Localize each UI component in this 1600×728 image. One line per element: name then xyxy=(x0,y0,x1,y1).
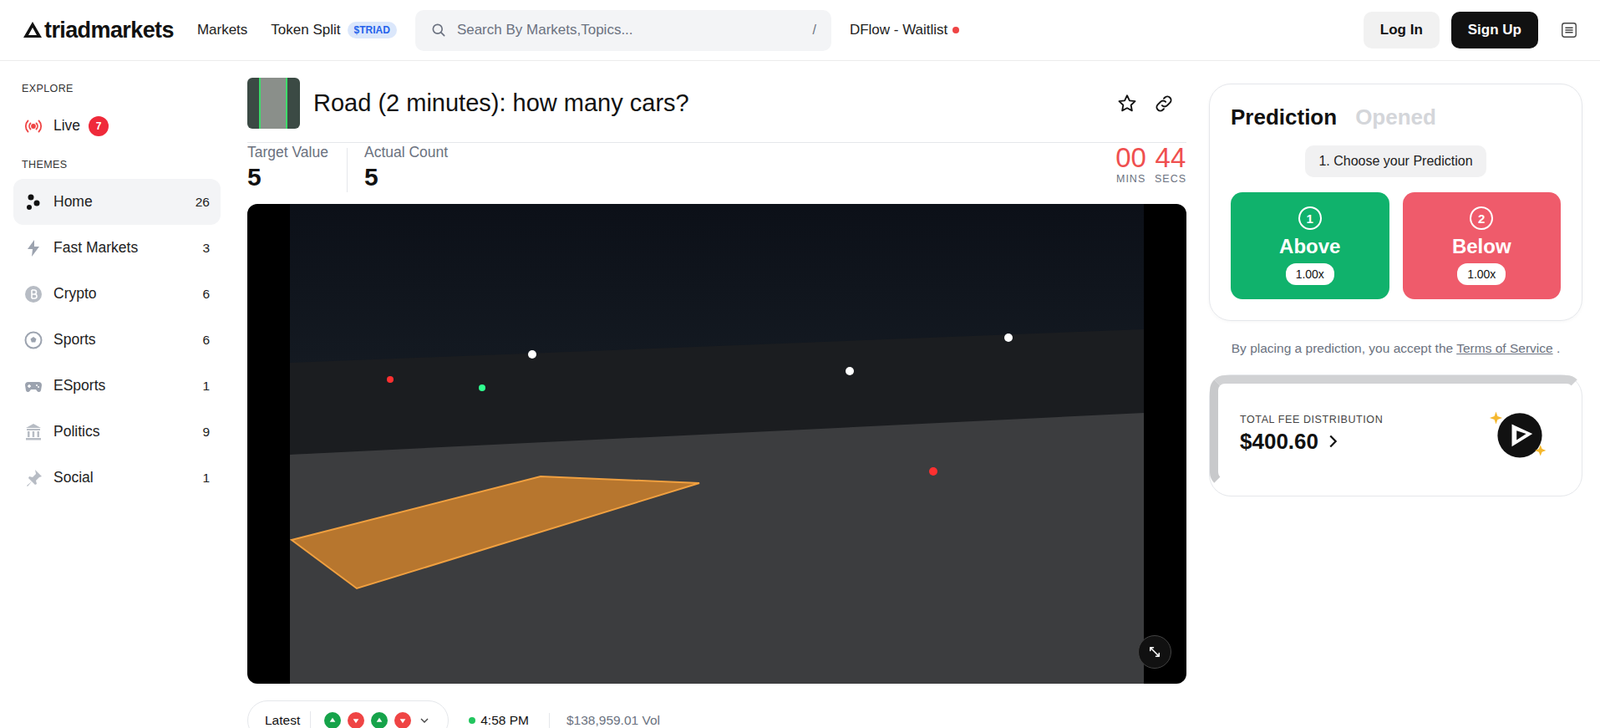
top-bar: triadmarkets Markets Token Split $TRIAD … xyxy=(0,0,1600,61)
prediction-option[interactable]: 2 Below 1.00x xyxy=(1402,192,1562,300)
prediction-tab[interactable]: Prediction xyxy=(1230,104,1337,131)
prediction-column: Prediction Opened 1. Choose your Predicti… xyxy=(1208,60,1583,497)
status-dot xyxy=(952,26,960,34)
logo[interactable]: triadmarkets xyxy=(22,17,174,44)
hamburger-icon xyxy=(1559,20,1579,40)
search-icon xyxy=(430,21,447,39)
camera-feed xyxy=(247,203,1187,684)
item-count: 6 xyxy=(202,332,210,348)
star-icon[interactable] xyxy=(1116,92,1138,115)
token-logo-icon xyxy=(1488,401,1552,466)
menu-button[interactable] xyxy=(1556,17,1582,43)
sidebar-item[interactable]: Sports 6 xyxy=(13,316,221,363)
step-label: 1. Choose your Prediction xyxy=(1305,145,1486,178)
down-arrow-icon xyxy=(351,716,361,725)
sidebar: EXPLORE Live 7 THEMES Home 26 Fast Marke… xyxy=(0,60,248,501)
chevron-right-icon xyxy=(1323,431,1342,451)
stat: Actual Count 5 xyxy=(346,147,467,193)
item-count: 26 xyxy=(195,194,210,210)
building-icon xyxy=(23,421,44,442)
ball-icon xyxy=(23,330,44,351)
pin-icon xyxy=(23,467,44,488)
market-panel: Road (2 minutes): how many cars? Target … xyxy=(247,60,1187,728)
sidebar-item[interactable]: Live 7 xyxy=(13,102,221,149)
up-arrow-icon xyxy=(328,716,337,725)
home-icon xyxy=(23,192,44,213)
prediction-tab[interactable]: Opened xyxy=(1355,104,1437,131)
section-title: EXPLORE xyxy=(13,72,221,103)
result-dot xyxy=(347,711,365,728)
triangle-logo-icon xyxy=(22,20,43,41)
fee-card[interactable]: TOTAL FEE DISTRIBUTION $400.60 xyxy=(1208,374,1583,497)
expand-button[interactable] xyxy=(1137,634,1172,669)
item-count: 1 xyxy=(202,378,210,394)
expand-icon xyxy=(1147,644,1163,660)
countdown-timer: 00 MINS44 SECS xyxy=(1115,142,1187,185)
terms-note: By placing a prediction, you accept the … xyxy=(1208,340,1583,356)
sidebar-item[interactable]: Fast Markets 3 xyxy=(13,224,221,271)
video-frame xyxy=(289,203,1144,684)
sidebar-item[interactable]: Home 26 xyxy=(13,178,221,225)
history-filter[interactable]: Latest xyxy=(247,700,449,728)
sidebar-item[interactable]: ESports 1 xyxy=(13,362,221,409)
nav-link[interactable]: Markets xyxy=(197,21,248,39)
search-field[interactable]: Search By Markets,Topics... / xyxy=(415,10,832,51)
down-arrow-icon xyxy=(398,716,407,725)
market-title: Road (2 minutes): how many cars? xyxy=(313,89,1103,117)
waitlist-link[interactable]: DFlow - Waitlist xyxy=(849,21,960,39)
volume: $138,959.01 Vol xyxy=(548,712,661,728)
gamepad-icon xyxy=(23,375,44,397)
token-badge: $TRIAD xyxy=(347,21,397,39)
up-arrow-icon xyxy=(375,716,384,725)
sidebar-item[interactable]: Politics 9 xyxy=(13,408,221,455)
result-dot xyxy=(394,711,412,728)
sidebar-item[interactable]: Social 1 xyxy=(13,454,221,501)
sidebar-item[interactable]: Crypto 6 xyxy=(13,270,221,317)
result-dot xyxy=(370,711,388,728)
prediction-card: Prediction Opened 1. Choose your Predicti… xyxy=(1208,83,1583,321)
main-nav: Markets Token Split $TRIAD xyxy=(197,21,397,39)
stat: Target Value 5 xyxy=(247,142,347,193)
last-update-time: 4:58 PM xyxy=(468,712,529,728)
item-count: 9 xyxy=(202,424,210,440)
prediction-option[interactable]: 1 Above 1.00x xyxy=(1230,192,1390,300)
road-scene xyxy=(289,203,1144,684)
chevron-down-icon xyxy=(417,713,432,727)
bitcoin-icon xyxy=(23,284,44,305)
primary-button[interactable]: Sign Up xyxy=(1451,11,1539,49)
item-count: 3 xyxy=(202,240,210,256)
item-count: 1 xyxy=(202,470,210,486)
page: triadmarkets Markets Token Split $TRIAD … xyxy=(0,0,1600,728)
shortcut-hint: / xyxy=(812,22,816,38)
live-icon xyxy=(23,116,44,137)
terms-link[interactable]: Terms of Service xyxy=(1456,340,1553,356)
result-dot xyxy=(324,711,341,728)
secondary-button[interactable]: Log In xyxy=(1363,11,1440,49)
nav-link[interactable]: Token Split $TRIAD xyxy=(270,21,397,39)
link-icon[interactable] xyxy=(1153,92,1175,115)
market-thumbnail xyxy=(247,77,300,129)
live-count-badge: 7 xyxy=(88,116,109,137)
bolt-icon xyxy=(23,238,44,259)
item-count: 6 xyxy=(202,286,210,302)
section-title: THEMES xyxy=(13,148,221,179)
